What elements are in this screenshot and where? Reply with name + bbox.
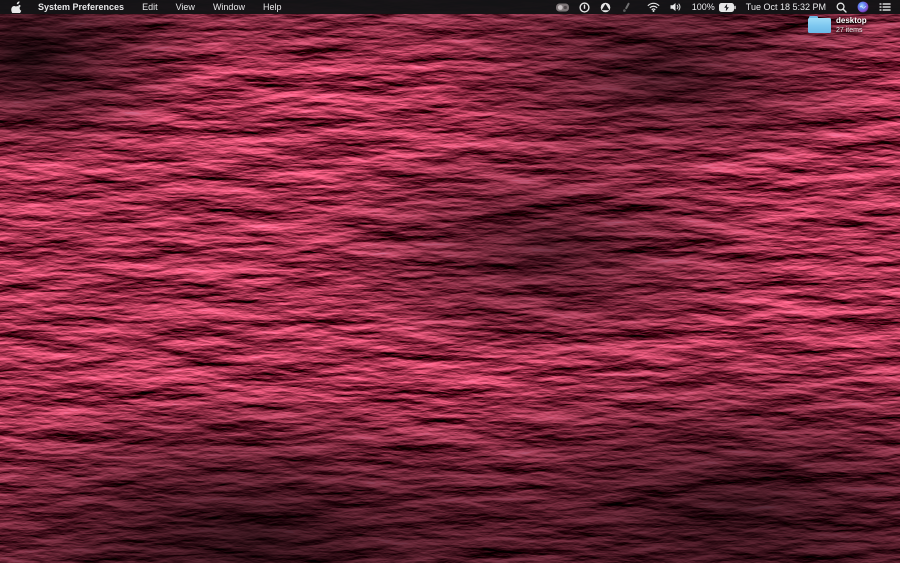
desktop-folder[interactable]: desktop 27 items bbox=[808, 15, 867, 35]
circle-power-icon[interactable] bbox=[574, 0, 595, 14]
wallpaper-red-waves bbox=[0, 0, 900, 563]
menu-bar: System Preferences Edit View Window Help bbox=[0, 0, 900, 14]
wifi-icon[interactable] bbox=[642, 0, 665, 14]
siri-icon[interactable] bbox=[852, 0, 874, 14]
battery-charging-icon bbox=[719, 3, 736, 12]
desktop: System Preferences Edit View Window Help bbox=[0, 0, 900, 563]
folder-icon[interactable] bbox=[808, 16, 831, 33]
menu-bar-clock[interactable]: Tue Oct 18 5:32 PM bbox=[741, 0, 831, 14]
menu-view[interactable]: View bbox=[167, 0, 204, 14]
menu-window[interactable]: Window bbox=[204, 0, 254, 14]
menu-edit[interactable]: Edit bbox=[133, 0, 167, 14]
screen-capture-icon[interactable] bbox=[551, 0, 574, 14]
triangle-badge-icon[interactable] bbox=[595, 0, 616, 14]
brush-icon[interactable] bbox=[616, 0, 636, 14]
folder-item-count-label: 27 items bbox=[836, 26, 867, 35]
menu-help[interactable]: Help bbox=[254, 0, 291, 14]
apple-menu[interactable] bbox=[0, 0, 29, 14]
battery-status[interactable]: 100% bbox=[687, 0, 741, 14]
notification-center-icon[interactable] bbox=[874, 0, 893, 14]
spotlight-search-icon[interactable] bbox=[831, 0, 852, 14]
battery-percent-label: 100% bbox=[692, 0, 715, 14]
volume-icon[interactable] bbox=[665, 0, 687, 14]
folder-name-label: desktop bbox=[836, 16, 867, 25]
apple-logo-icon bbox=[11, 1, 22, 13]
app-menu-system-preferences[interactable]: System Preferences bbox=[29, 0, 133, 14]
folder-body bbox=[808, 18, 831, 33]
